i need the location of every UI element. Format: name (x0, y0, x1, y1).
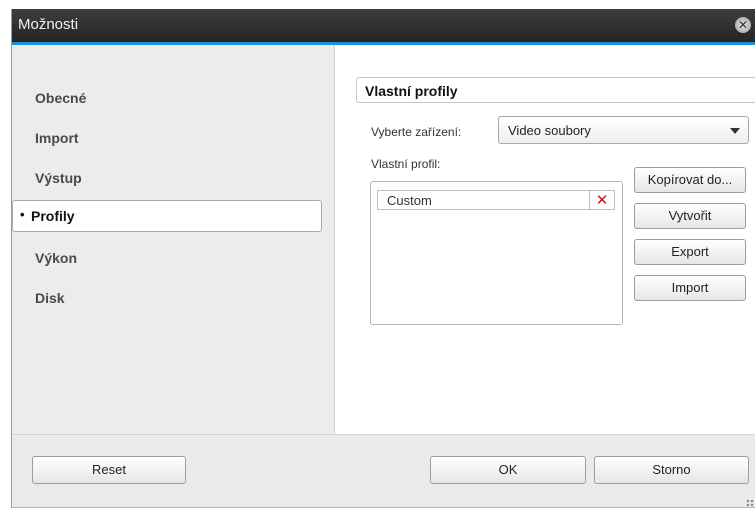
active-bullet-icon: • (20, 207, 25, 222)
sidebar-item-output[interactable]: Výstup (35, 170, 82, 186)
sidebar-item-label: Obecné (35, 90, 87, 106)
resize-grip-icon[interactable] (746, 499, 754, 507)
reset-button[interactable]: Reset (32, 456, 186, 484)
content-panel: Vlastní profily Vyberte zařízení: Video … (334, 45, 755, 434)
sidebar-item-disk[interactable]: Disk (35, 290, 65, 306)
delete-icon[interactable]: ✕ (589, 191, 614, 209)
chevron-down-icon (730, 128, 740, 134)
close-icon[interactable]: ✕ (735, 17, 751, 33)
export-button[interactable]: Export (634, 239, 746, 265)
profile-name: Custom (387, 193, 432, 208)
title-bar: Možnosti ✕ (12, 9, 755, 42)
profile-label: Vlastní profil: (371, 157, 441, 171)
sidebar-item-label: Výstup (35, 170, 82, 186)
profile-list[interactable]: Custom ✕ (370, 181, 623, 325)
window-title: Možnosti (18, 16, 79, 33)
sidebar-item-label: Disk (35, 290, 65, 306)
sidebar-item-label: Výkon (35, 250, 78, 266)
import-button[interactable]: Import (634, 275, 746, 301)
device-select[interactable]: Video soubory (498, 116, 749, 144)
options-dialog: Možnosti ✕ Obecné Import Výstup • Profil… (11, 9, 755, 508)
sidebar-item-general[interactable]: Obecné (35, 90, 86, 106)
footer: Reset OK Storno (12, 434, 755, 507)
ok-button[interactable]: OK (430, 456, 586, 484)
sidebar-item-label: Import (35, 130, 79, 146)
sidebar: Obecné Import Výstup • Profily Výkon Dis… (12, 45, 334, 434)
cancel-button[interactable]: Storno (594, 456, 749, 484)
sidebar-item-label: Profily (31, 208, 75, 224)
sidebar-item-import[interactable]: Import (35, 130, 79, 146)
sidebar-item-performance[interactable]: Výkon (35, 250, 77, 266)
list-item[interactable]: Custom ✕ (377, 190, 615, 210)
device-label: Vyberte zařízení: (371, 125, 462, 139)
sidebar-item-profiles[interactable]: • Profily (12, 200, 322, 232)
device-select-value: Video soubory (508, 123, 591, 138)
create-button[interactable]: Vytvořit (634, 203, 746, 229)
copy-to-button[interactable]: Kopírovat do... (634, 167, 746, 193)
section-title: Vlastní profily (356, 77, 755, 103)
